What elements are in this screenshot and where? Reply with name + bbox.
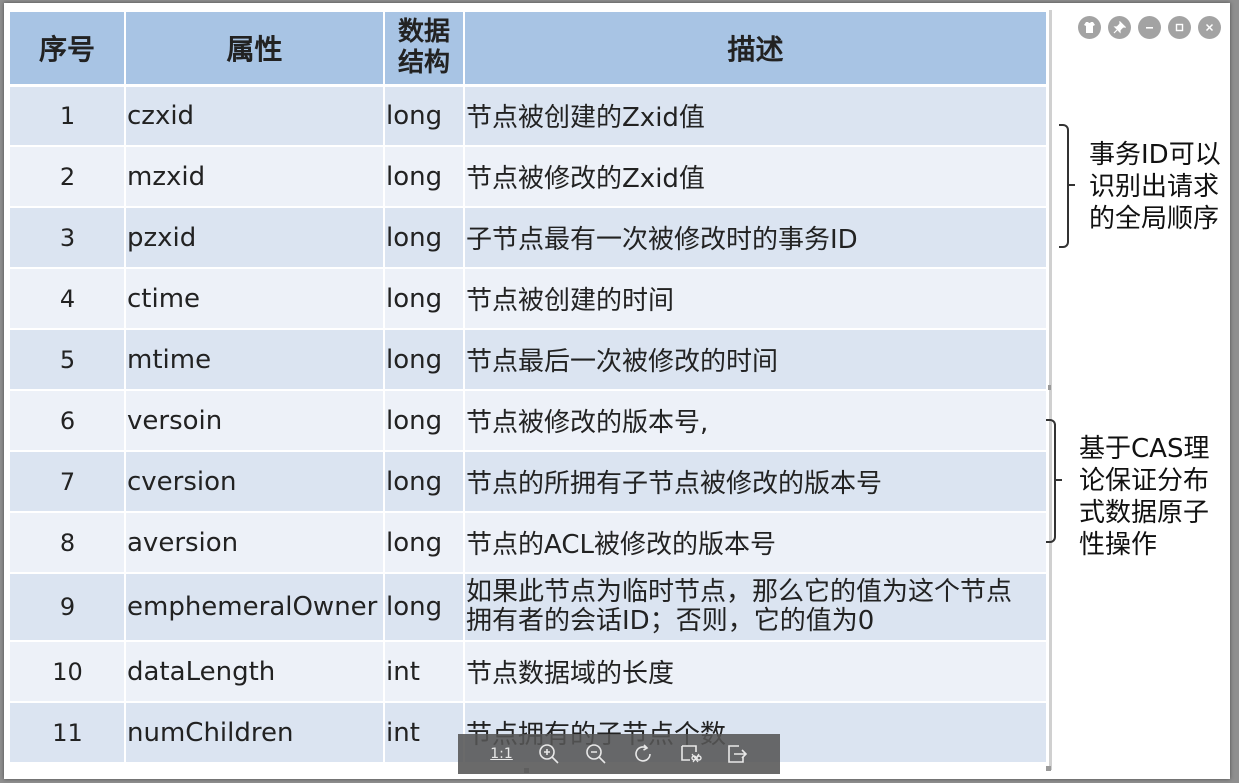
brace-2	[1046, 419, 1056, 543]
cell-attr: mzxid	[125, 146, 385, 208]
cell-type: long	[384, 390, 465, 452]
cell-type: long	[384, 512, 465, 574]
zoom-out-icon[interactable]	[581, 742, 611, 766]
cell-num: 2	[10, 146, 126, 208]
header-num: 序号	[10, 12, 126, 87]
cell-desc-line1: 如果此节点为临时节点，那么它的值为这个节点	[466, 577, 1013, 607]
cell-type: long	[384, 451, 465, 513]
note-line: 事务ID可以	[1089, 140, 1221, 170]
cell-desc: 节点最后一次被修改的时间	[464, 329, 1048, 391]
cell-type: long	[384, 146, 465, 208]
cell-attr: aversion	[125, 512, 385, 574]
cell-attr: numChildren	[125, 702, 385, 764]
table-row: 2 mzxid long 节点被修改的Zxid值	[10, 146, 1048, 208]
cell-num: 1	[10, 85, 126, 147]
table-row: 3 pzxid long 子节点最有一次被修改时的事务ID	[10, 207, 1048, 269]
cell-attr: cversion	[125, 451, 385, 513]
attribute-table: 序号 属性 数据 结构 描述 1 czxid long 节点被创建的Zxid值 …	[10, 12, 1048, 764]
cell-num: 10	[10, 641, 126, 703]
table-row: 6 versoin long 节点被修改的版本号,	[10, 390, 1048, 452]
brace-1-tick	[1069, 184, 1075, 186]
table-row: 9 emphemeralOwner long 如果此节点为临时节点，那么它的值为…	[10, 573, 1048, 642]
zoom-in-icon[interactable]	[534, 742, 564, 766]
cell-type: int	[384, 702, 465, 764]
actual-size-button[interactable]: 1:1	[487, 746, 517, 762]
cell-attr: versoin	[125, 390, 385, 452]
note-line: 的全局顺序	[1089, 204, 1220, 234]
cell-attr: dataLength	[125, 641, 385, 703]
header-struct-line1: 数据	[397, 16, 450, 47]
header-struct: 数据 结构	[384, 12, 465, 87]
close-icon[interactable]	[1198, 16, 1221, 39]
maximize-icon[interactable]	[1168, 16, 1191, 39]
cell-type: long	[384, 268, 465, 330]
header-attr: 属性	[125, 12, 385, 87]
cell-num: 3	[10, 207, 126, 269]
cell-attr: ctime	[125, 268, 385, 330]
export-icon[interactable]	[722, 742, 752, 766]
cell-desc: 节点被创建的Zxid值	[464, 85, 1048, 147]
cell-num: 8	[10, 512, 126, 574]
table-row: 7 cversion long 节点的所拥有子节点被修改的版本号	[10, 451, 1048, 513]
cell-desc: 节点被修改的版本号,	[464, 390, 1048, 452]
cell-attr: pzxid	[125, 207, 385, 269]
cell-num: 11	[10, 702, 126, 764]
note-line: 论保证分布	[1079, 466, 1210, 496]
cell-type: long	[384, 207, 465, 269]
note-transaction-id: 事务ID可以 识别出请求 的全局顺序	[1089, 139, 1221, 235]
cell-num: 9	[10, 573, 126, 642]
resize-handle-corner[interactable]	[1046, 766, 1051, 771]
cell-type: long	[384, 85, 465, 147]
header-struct-line2: 结构	[397, 47, 450, 78]
cell-desc: 节点数据域的长度	[464, 641, 1048, 703]
cell-attr: czxid	[125, 85, 385, 147]
shirt-icon[interactable]	[1078, 16, 1101, 39]
table-row: 8 aversion long 节点的ACL被修改的版本号	[10, 512, 1048, 574]
pin-icon[interactable]	[1108, 16, 1131, 39]
cell-desc: 节点被创建的时间	[464, 268, 1048, 330]
cell-type: long	[384, 573, 465, 642]
note-line: 式数据原子	[1079, 498, 1210, 528]
table-row: 10 dataLength int 节点数据域的长度	[10, 641, 1048, 703]
table-header-row: 序号 属性 数据 结构 描述	[10, 12, 1048, 87]
viewer-toolbar: 1:1	[458, 734, 780, 774]
brace-1	[1059, 124, 1069, 248]
header-desc: 描述	[464, 12, 1048, 87]
cell-desc: 如果此节点为临时节点，那么它的值为这个节点 拥有者的会话ID；否则，它的值为0	[464, 573, 1048, 642]
table-row: 4 ctime long 节点被创建的时间	[10, 268, 1048, 330]
cell-desc: 子节点最有一次被修改时的事务ID	[464, 207, 1048, 269]
cell-num: 5	[10, 329, 126, 391]
cell-desc: 节点的所拥有子节点被修改的版本号	[464, 451, 1048, 513]
cell-num: 6	[10, 390, 126, 452]
note-cas: 基于CAS理 论保证分布 式数据原子 性操作	[1079, 433, 1209, 561]
cell-desc-line2: 拥有者的会话ID；否则，它的值为0	[466, 606, 875, 636]
cell-attr: emphemeralOwner	[125, 573, 385, 642]
note-line: 识别出请求	[1089, 172, 1220, 202]
window-controls	[1078, 16, 1221, 39]
cell-type: long	[384, 329, 465, 391]
table-row: 5 mtime long 节点最后一次被修改的时间	[10, 329, 1048, 391]
brace-2-tick	[1056, 479, 1062, 481]
image-edge	[1049, 10, 1052, 770]
cell-attr: mtime	[125, 329, 385, 391]
rotate-icon[interactable]	[628, 742, 658, 766]
table-row: 1 czxid long 节点被创建的Zxid值	[10, 85, 1048, 147]
minimize-icon[interactable]	[1138, 16, 1161, 39]
cell-desc: 节点被修改的Zxid值	[464, 146, 1048, 208]
cell-type: int	[384, 641, 465, 703]
crop-icon[interactable]	[675, 742, 705, 766]
cell-desc: 节点的ACL被修改的版本号	[464, 512, 1048, 574]
cell-num: 7	[10, 451, 126, 513]
note-line: 基于CAS理	[1079, 434, 1210, 464]
note-line: 性操作	[1079, 530, 1158, 560]
cell-num: 4	[10, 268, 126, 330]
